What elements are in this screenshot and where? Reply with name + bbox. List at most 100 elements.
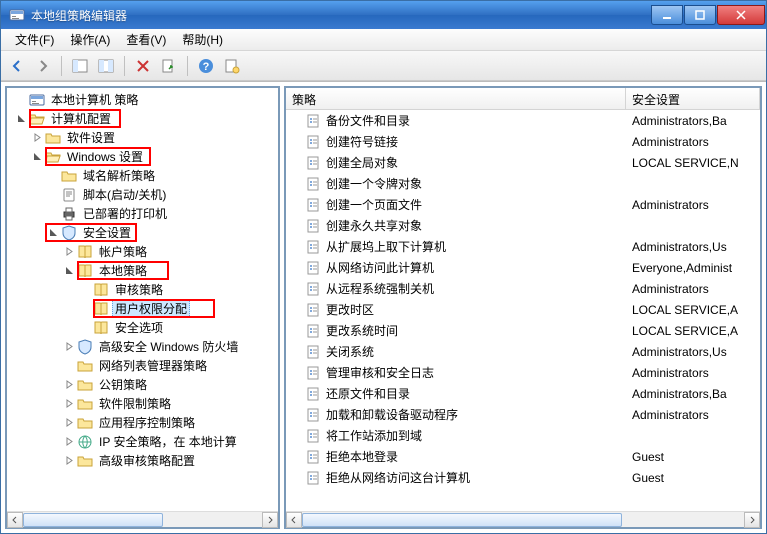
show-hide-action-pane-button[interactable] [94, 54, 118, 78]
scroll-track[interactable] [302, 512, 744, 528]
security-setting: Administrators,Us [626, 345, 760, 359]
tree-item-computer_config[interactable]: 计算机配置 [7, 109, 278, 128]
tree-item-user_rights[interactable]: 用户权限分配 [7, 299, 278, 318]
mmc-icon [29, 92, 45, 108]
list-item[interactable]: 加载和卸载设备驱动程序Administrators [286, 404, 760, 425]
tree-item-account_policies[interactable]: 帐户策略 [7, 242, 278, 261]
menu-view[interactable]: 查看(V) [118, 29, 174, 50]
tree-item-dns_policy[interactable]: 域名解析策略 [7, 166, 278, 185]
list-item[interactable]: 创建全局对象LOCAL SERVICE,N [286, 152, 760, 173]
expand-icon[interactable] [63, 398, 75, 410]
tree-item-label: 软件设置 [64, 128, 118, 147]
expand-spacer [47, 208, 59, 220]
scroll-track[interactable] [23, 512, 262, 528]
list-item[interactable]: 关闭系统Administrators,Us [286, 341, 760, 362]
export-list-button[interactable] [157, 54, 181, 78]
menu-file[interactable]: 文件(F) [7, 29, 62, 50]
list-item[interactable]: 将工作站添加到域 [286, 425, 760, 446]
column-header-policy[interactable]: 策略 [286, 88, 626, 109]
list-item[interactable]: 创建符号链接Administrators [286, 131, 760, 152]
policy-name: 更改系统时间 [326, 322, 398, 339]
tree-item-root[interactable]: 本地计算机 策略 [7, 90, 278, 109]
tree-item-security_settings[interactable]: 安全设置 [7, 223, 278, 242]
maximize-button[interactable] [684, 5, 716, 25]
list-item[interactable]: 更改时区LOCAL SERVICE,A [286, 299, 760, 320]
forward-button[interactable] [31, 54, 55, 78]
tree-item-network_list[interactable]: 网络列表管理器策略 [7, 356, 278, 375]
tree-item-security_options[interactable]: 安全选项 [7, 318, 278, 337]
list-item[interactable]: 从远程系统强制关机Administrators [286, 278, 760, 299]
scroll-left-button[interactable] [7, 512, 23, 528]
help-button[interactable] [194, 54, 218, 78]
collapse-icon[interactable] [47, 227, 59, 239]
list-item[interactable]: 创建一个令牌对象 [286, 173, 760, 194]
list-item[interactable]: 创建永久共享对象 [286, 215, 760, 236]
tree-item-label: 高级审核策略配置 [96, 451, 198, 470]
tree-item-firewall[interactable]: 高级安全 Windows 防火墙 [7, 337, 278, 356]
list-item[interactable]: 备份文件和目录Administrators,Ba [286, 110, 760, 131]
list-item[interactable]: 创建一个页面文件Administrators [286, 194, 760, 215]
tree-item-ip_security[interactable]: IP 安全策略，在 本地计算 [7, 432, 278, 451]
expand-icon[interactable] [63, 246, 75, 258]
policy-icon [306, 281, 322, 297]
collapse-icon[interactable] [15, 113, 27, 125]
separator [187, 56, 188, 76]
tree-hscrollbar[interactable] [7, 511, 278, 527]
tree-item-software_restriction[interactable]: 软件限制策略 [7, 394, 278, 413]
list-item[interactable]: 管理审核和安全日志Administrators [286, 362, 760, 383]
tree[interactable]: 本地计算机 策略计算机配置软件设置Windows 设置域名解析策略脚本(启动/关… [7, 88, 278, 511]
show-hide-tree-button[interactable] [68, 54, 92, 78]
close-button[interactable] [717, 5, 765, 25]
list-hscrollbar[interactable] [286, 511, 760, 527]
expand-icon[interactable] [63, 455, 75, 467]
tree-item-scripts[interactable]: 脚本(启动/关机) [7, 185, 278, 204]
list-item[interactable]: 从网络访问此计算机Everyone,Administ [286, 257, 760, 278]
policy-name: 创建一个页面文件 [326, 196, 422, 213]
expand-icon[interactable] [63, 341, 75, 353]
menu-help[interactable]: 帮助(H) [174, 29, 231, 50]
scroll-right-button[interactable] [262, 512, 278, 528]
expand-icon[interactable] [63, 379, 75, 391]
list-item[interactable]: 更改系统时间LOCAL SERVICE,A [286, 320, 760, 341]
list-item[interactable]: 从扩展坞上取下计算机Administrators,Us [286, 236, 760, 257]
security-setting: Administrators,Ba [626, 387, 760, 401]
tree-item-software_settings[interactable]: 软件设置 [7, 128, 278, 147]
policy-icon [306, 386, 322, 402]
security-setting: LOCAL SERVICE,A [626, 303, 760, 317]
list-body[interactable]: 备份文件和目录Administrators,Ba创建符号链接Administra… [286, 110, 760, 511]
toolbar [1, 51, 766, 81]
policy-icon [306, 239, 322, 255]
scroll-thumb[interactable] [23, 513, 163, 527]
list-item[interactable]: 拒绝本地登录Guest [286, 446, 760, 467]
folder-icon [45, 130, 61, 146]
collapse-icon[interactable] [63, 265, 75, 277]
column-header-security[interactable]: 安全设置 [626, 88, 760, 109]
tree-item-advanced_audit[interactable]: 高级审核策略配置 [7, 451, 278, 470]
scroll-right-button[interactable] [744, 512, 760, 528]
folder-icon [77, 358, 93, 374]
list-item[interactable]: 还原文件和目录Administrators,Ba [286, 383, 760, 404]
scroll-thumb[interactable] [302, 513, 622, 527]
tree-item-app_control[interactable]: 应用程序控制策略 [7, 413, 278, 432]
back-button[interactable] [5, 54, 29, 78]
tree-item-local_policies[interactable]: 本地策略 [7, 261, 278, 280]
folder-icon [77, 415, 93, 431]
expand-icon[interactable] [31, 132, 43, 144]
tree-item-public_key[interactable]: 公钥策略 [7, 375, 278, 394]
scroll-left-button[interactable] [286, 512, 302, 528]
menu-action[interactable]: 操作(A) [62, 29, 118, 50]
policy-name: 拒绝本地登录 [326, 448, 398, 465]
folder-icon [77, 453, 93, 469]
delete-button[interactable] [131, 54, 155, 78]
collapse-icon[interactable] [31, 151, 43, 163]
list-item[interactable]: 拒绝从网络访问这台计算机Guest [286, 467, 760, 488]
expand-icon[interactable] [63, 417, 75, 429]
tree-item-audit_policy[interactable]: 审核策略 [7, 280, 278, 299]
policy-icon [306, 365, 322, 381]
tree-item-windows_settings[interactable]: Windows 设置 [7, 147, 278, 166]
tree-item-printers[interactable]: 已部署的打印机 [7, 204, 278, 223]
minimize-button[interactable] [651, 5, 683, 25]
security-setting: Administrators,Ba [626, 114, 760, 128]
properties-button[interactable] [220, 54, 244, 78]
expand-icon[interactable] [63, 436, 75, 448]
